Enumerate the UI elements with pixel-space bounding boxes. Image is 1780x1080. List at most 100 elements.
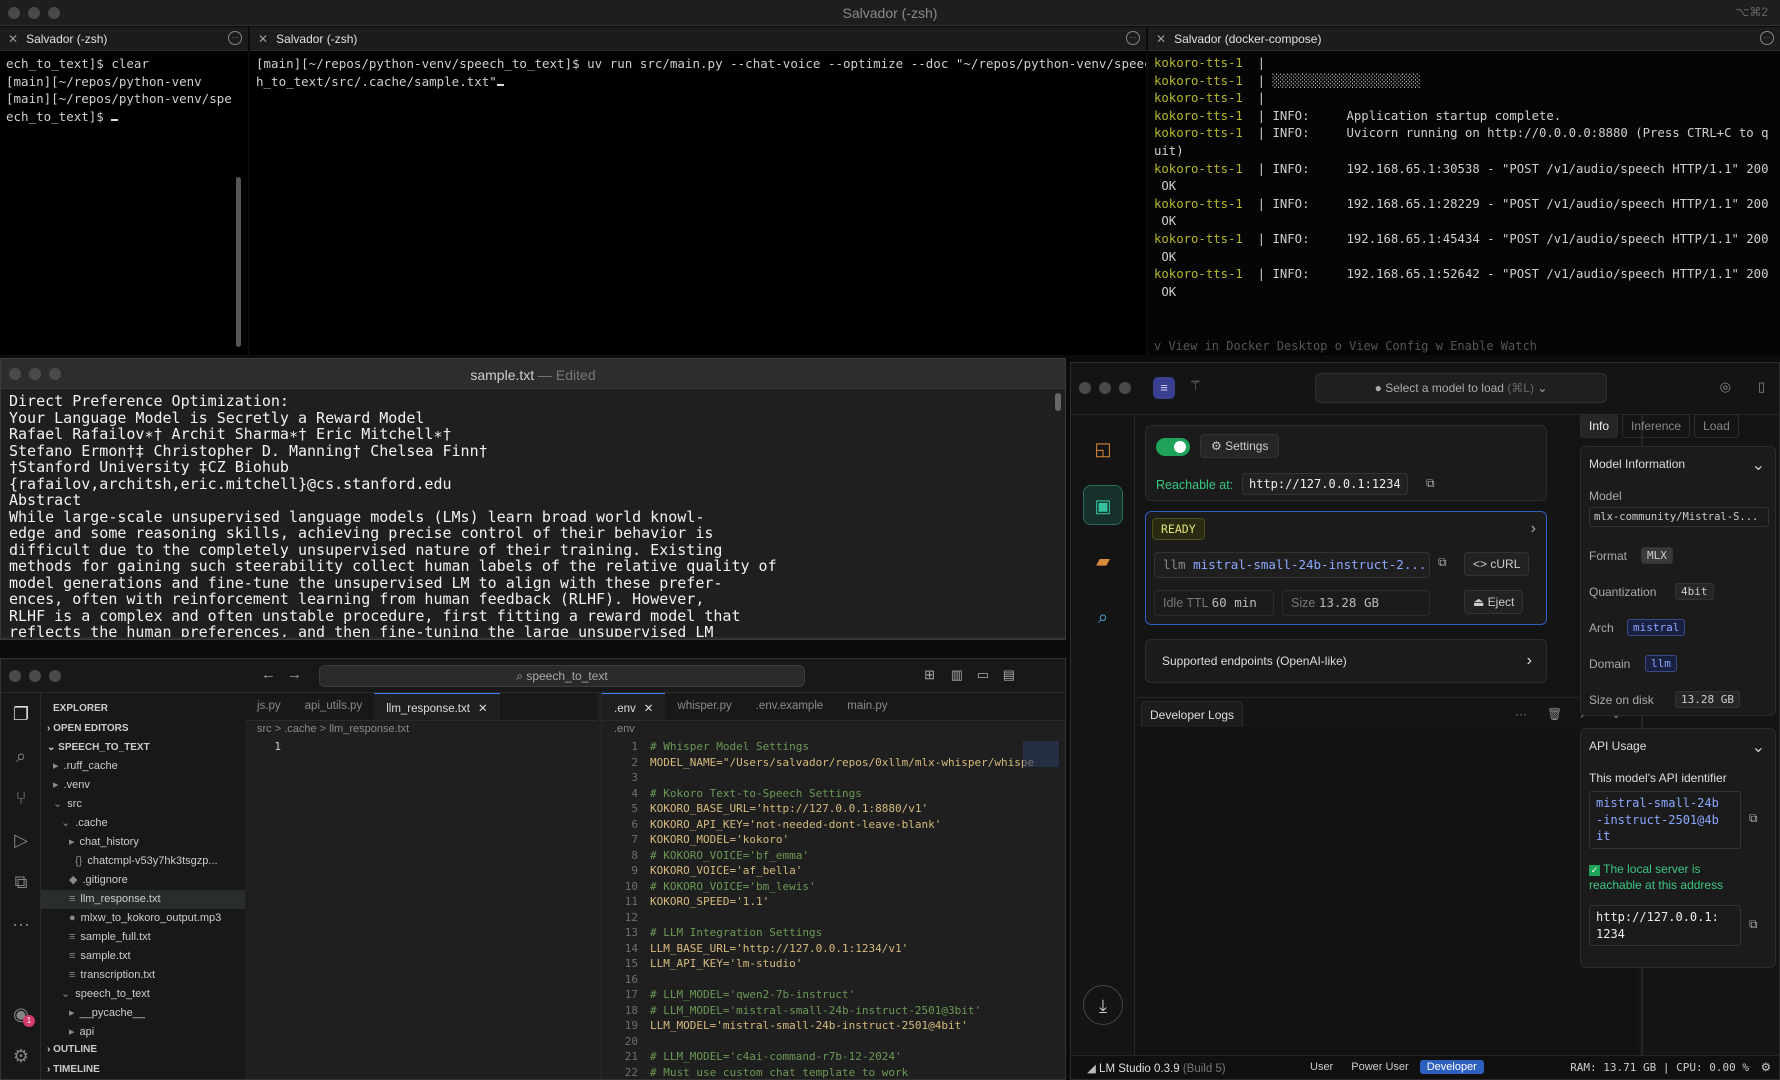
scrollbar[interactable] [1055, 393, 1061, 411]
server-toggle[interactable] [1156, 438, 1190, 456]
explorer-item[interactable]: ● mlxw_to_kokoro_output.mp3 [41, 909, 245, 928]
magic-wand-icon[interactable]: ⚚ [1189, 377, 1202, 394]
explorer-item[interactable]: ⌄ src [41, 795, 245, 814]
download-icon[interactable]: ⤓ [1083, 985, 1123, 1025]
terminal-tab-2[interactable]: ✕ Salvador (-zsh) ··· [250, 27, 1146, 51]
minimap[interactable] [1023, 741, 1059, 767]
vscode-window[interactable]: ← → ⌕ speech_to_text ⊞ ▥ ▭ ▤ ❐ ⌕ ⑂ ▷ ⧉ ·… [0, 658, 1066, 1080]
more-icon[interactable]: ··· [228, 31, 242, 45]
explorer-item[interactable]: ▸ chat_history [41, 833, 245, 852]
folder-icon[interactable]: ▰ [1083, 541, 1123, 581]
source-control-icon[interactable]: ⑂ [1, 777, 41, 819]
run-debug-icon[interactable]: ▷ [1, 819, 41, 861]
open-editors-section[interactable]: › OPEN EDITORS [41, 719, 245, 738]
terminal-output[interactable]: ech_to_text]$ clear [main][~/repos/python… [0, 51, 248, 129]
copy-icon[interactable]: ⧉ [1438, 555, 1447, 570]
project-section[interactable]: ⌄ SPEECH_TO_TEXT [41, 738, 245, 757]
endpoints-card[interactable]: Supported endpoints (OpenAI-like) › [1145, 639, 1547, 683]
settings-gear-icon[interactable]: ⚙ [1, 1035, 41, 1077]
editor-tab[interactable]: api_utils.py [293, 693, 375, 720]
explorer-icon[interactable]: ❐ [1, 693, 41, 735]
terminal-output[interactable]: [main][~/repos/python-venv/speech_to_tex… [250, 51, 1146, 94]
close-icon[interactable]: ✕ [478, 703, 488, 715]
developer-logs-tab[interactable]: Developer Logs [1141, 701, 1244, 729]
breadcrumb[interactable]: .env [602, 721, 1065, 739]
eject-button[interactable]: ⏏ Eject [1464, 590, 1524, 614]
editor-group-right[interactable]: .env ✕ whisper.py .env.example main.py .env … [601, 693, 1065, 1079]
inspector-tab[interactable]: Load [1694, 414, 1739, 438]
document-body[interactable]: Direct Preference Optimization: Your Lang… [1, 389, 1065, 637]
explorer-item[interactable]: ≡ llm_response.txt [41, 890, 245, 909]
close-icon[interactable]: ✕ [644, 703, 654, 715]
breadcrumb[interactable]: src > .cache > llm_response.txt [245, 721, 597, 739]
terminal-tab-1[interactable]: ✕ Salvador (-zsh) ··· [0, 27, 248, 51]
terminal-pane-1[interactable]: ✕ Salvador (-zsh) ··· ech_to_text]$ clea… [0, 27, 248, 355]
explorer-item[interactable]: ▸ .venv [41, 776, 245, 795]
more-icon[interactable]: ··· [1126, 31, 1140, 45]
settings-button[interactable]: ⚙ Settings [1200, 434, 1280, 458]
forward-arrow-icon[interactable]: → [287, 666, 302, 683]
window-controls[interactable] [1079, 382, 1131, 394]
loaded-model-field[interactable]: llm mistral-small-24b-instruct-2... [1154, 552, 1430, 578]
editor-tab[interactable]: .env.example [744, 693, 836, 720]
minimize-dot[interactable] [29, 670, 41, 682]
window-controls[interactable] [9, 670, 61, 682]
minimize-dot[interactable] [1099, 382, 1111, 394]
close-dot[interactable] [1079, 382, 1091, 394]
copy-icon[interactable]: ⧉ [1749, 917, 1758, 932]
more-icon[interactable]: ··· [1760, 31, 1774, 45]
chat-icon[interactable]: ◱ [1083, 429, 1123, 469]
curl-button[interactable]: <> cURL [1464, 552, 1530, 576]
explorer-item[interactable]: ≡ transcription.txt [41, 966, 245, 985]
toggle-sidebar-icon[interactable]: ▥ [951, 667, 963, 683]
mode-button[interactable]: Power User [1344, 1060, 1415, 1074]
chevron-right-icon[interactable]: › [1531, 520, 1536, 538]
settings-gear-icon[interactable]: ⚙ [1761, 1060, 1771, 1074]
timeline-section[interactable]: › TIMELINE [41, 1060, 100, 1079]
sidebar-toggle-icon[interactable]: ▯ [1758, 379, 1765, 395]
editor-group-left[interactable]: js.py api_utils.py llm_response.txt ✕ src >… [245, 693, 597, 1079]
mode-button[interactable]: Developer [1419, 1060, 1484, 1074]
textedit-window[interactable]: sample.txt — Edited Direct Preference Op… [0, 358, 1066, 640]
explorer-item[interactable]: ▸ .ruff_cache [41, 757, 245, 776]
editor-content[interactable]: 1 # Whisper Model Settings 2 MODEL_NAME="/U… [602, 739, 1065, 1080]
outline-section[interactable]: › OUTLINE [41, 1040, 97, 1059]
model-select[interactable]: ● Select a model to load (⌘L) ⌄ [1315, 373, 1607, 403]
explorer-item[interactable]: ◆ .gitignore [41, 871, 245, 890]
inspector-tab[interactable]: Info [1580, 414, 1619, 438]
chevron-down-icon[interactable]: ⌄ [1752, 737, 1765, 757]
editor-tab[interactable]: whisper.py [665, 693, 743, 720]
mode-button[interactable]: User [1303, 1060, 1340, 1074]
toggle-secondary-sidebar-icon[interactable]: ▤ [1003, 667, 1015, 683]
scrollbar[interactable] [236, 177, 241, 347]
explorer-item[interactable]: ≡ sample_full.txt [41, 928, 245, 947]
account-icon[interactable]: ◉ 1 [1, 993, 41, 1035]
more-icon[interactable]: ··· [1515, 707, 1527, 721]
close-dot[interactable] [9, 670, 21, 682]
explorer-item[interactable]: ≡ sample.txt [41, 947, 245, 966]
terminal-pane-3[interactable]: ✕ Salvador (docker-compose) ··· kokoro-t… [1148, 27, 1780, 355]
more-icon[interactable]: ··· [1, 903, 41, 945]
chevron-down-icon[interactable]: ⌄ [1752, 455, 1765, 475]
editor-tab[interactable]: main.py [835, 693, 899, 720]
copy-icon[interactable]: ⧉ [1749, 811, 1758, 826]
editor-tab[interactable]: js.py [245, 693, 293, 720]
editor-tab[interactable]: .env ✕ [602, 693, 666, 720]
explorer-item[interactable]: ⌄ .cache [41, 814, 245, 833]
zoom-dot[interactable] [49, 670, 61, 682]
copy-icon[interactable]: ⧉ [1426, 476, 1435, 491]
terminal-output[interactable]: kokoro-tts-1 | kokoro-tts-1 | ░░░░░░░░░░░… [1148, 51, 1780, 305]
extensions-icon[interactable]: ⧉ [1, 861, 41, 903]
explorer-item[interactable]: ▸ __pycache__ [41, 1004, 245, 1023]
editor-content[interactable]: 1 [245, 739, 597, 755]
close-icon[interactable]: ✕ [258, 32, 268, 46]
explorer-item[interactable]: {} chatcmpl-v53y7hk3tsgzp... [41, 852, 245, 871]
zoom-dot[interactable] [1119, 382, 1131, 394]
toggle-panel-icon[interactable]: ▭ [977, 667, 989, 683]
layout-icon[interactable]: ⊞ [924, 667, 935, 683]
editor-tab[interactable]: llm_response.txt ✕ [374, 693, 500, 720]
developer-icon[interactable]: ▣ [1083, 485, 1123, 525]
command-center-search[interactable]: ⌕ speech_to_text [319, 665, 805, 687]
search-icon[interactable]: ⌕ [1083, 597, 1123, 637]
search-icon[interactable]: ⌕ [1, 735, 41, 777]
